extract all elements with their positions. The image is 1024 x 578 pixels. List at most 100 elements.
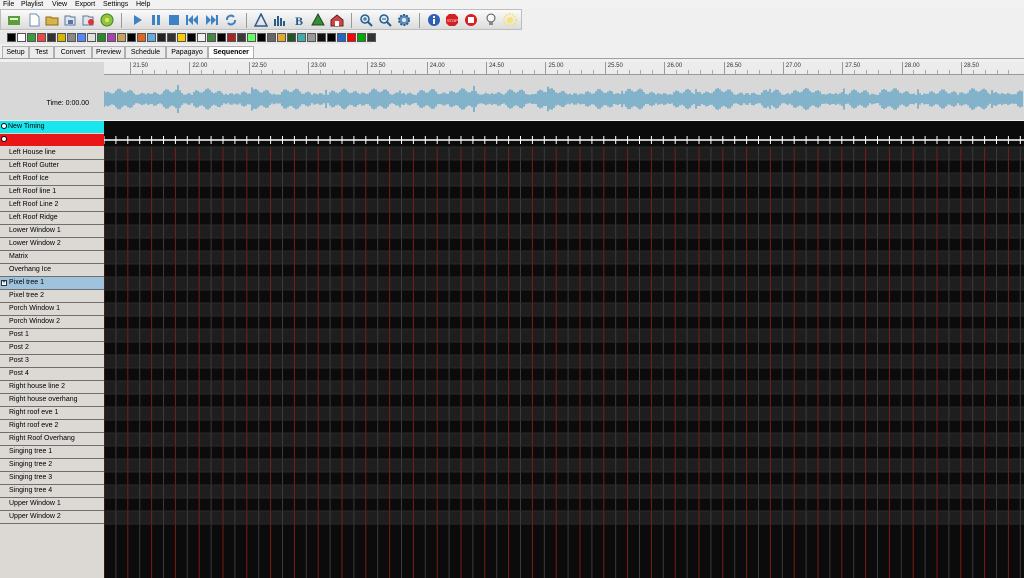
effect-button-icon[interactable] [277,33,286,42]
rewind-icon[interactable] [185,13,199,27]
effect-button-icon[interactable] [147,33,156,42]
tree-icon[interactable] [311,13,325,27]
effect-button-icon[interactable] [327,33,336,42]
render-icon[interactable] [100,13,114,27]
model-row[interactable]: Porch Window 2 [0,316,104,329]
bar-chart-icon[interactable] [273,13,287,27]
save-as-icon[interactable] [81,13,95,27]
effect-button-icon[interactable] [57,33,66,42]
timing-radio-icon[interactable] [1,123,7,129]
menu-settings[interactable]: Settings [103,0,128,9]
menu-playlist[interactable]: Playlist [21,0,43,9]
open-folder-icon[interactable] [45,13,59,27]
model-row[interactable]: Pixel tree 2 [0,290,104,303]
tab-sequencer[interactable]: Sequencer [208,46,254,58]
model-row[interactable]: + Pixel tree 1 [0,277,104,290]
model-row[interactable]: Post 3 [0,355,104,368]
effects-grid[interactable] [104,121,1024,578]
new-document-icon[interactable] [27,13,41,27]
tab-schedule[interactable]: Schedule [125,46,166,58]
effect-button-icon[interactable] [27,33,36,42]
effect-button-icon[interactable] [307,33,316,42]
effect-button-icon[interactable] [167,33,176,42]
timing-row-new-timing[interactable]: New Timing [0,121,104,133]
model-row[interactable]: Singing tree 3 [0,472,104,485]
effect-button-icon[interactable] [107,33,116,42]
effect-button-icon[interactable] [17,33,26,42]
effect-button-icon[interactable] [97,33,106,42]
effect-button-icon[interactable] [77,33,86,42]
audio-waveform[interactable] [104,82,1024,116]
model-row[interactable]: Right roof eve 2 [0,420,104,433]
model-row[interactable]: Post 4 [0,368,104,381]
model-row[interactable]: Matrix [0,251,104,264]
stop-icon[interactable] [167,13,181,27]
effect-button-icon[interactable] [267,33,276,42]
pause-icon[interactable] [149,13,163,27]
bulb-icon[interactable] [484,13,498,27]
play-icon[interactable] [130,13,144,27]
model-row[interactable]: Post 1 [0,329,104,342]
effect-button-icon[interactable] [367,33,376,42]
effect-button-icon[interactable] [297,33,306,42]
model-row[interactable]: Lower Window 2 [0,238,104,251]
model-row[interactable]: Left Roof Ridge [0,212,104,225]
model-row[interactable]: Singing tree 2 [0,459,104,472]
tab-convert[interactable]: Convert [54,46,92,58]
effect-button-icon[interactable] [207,33,216,42]
model-row[interactable]: Lower Window 1 [0,225,104,238]
zoom-out-icon[interactable] [378,13,392,27]
effect-button-icon[interactable] [257,33,266,42]
effect-button-icon[interactable] [347,33,356,42]
model-row[interactable]: Upper Window 1 [0,498,104,511]
tab-test[interactable]: Test [29,46,54,58]
model-row[interactable]: Left Roof line 1 [0,186,104,199]
effect-button-icon[interactable] [117,33,126,42]
effect-button-icon[interactable] [287,33,296,42]
model-row[interactable]: Left Roof Ice [0,173,104,186]
effect-button-icon[interactable] [237,33,246,42]
model-row[interactable]: Post 2 [0,342,104,355]
effect-button-icon[interactable] [317,33,326,42]
model-row[interactable]: Overhang Ice [0,264,104,277]
effect-button-icon[interactable] [127,33,136,42]
effect-button-icon[interactable] [37,33,46,42]
model-row[interactable]: Right house line 2 [0,381,104,394]
menu-view[interactable]: View [52,0,67,9]
effect-button-icon[interactable] [227,33,236,42]
model-row[interactable]: Singing tree 4 [0,485,104,498]
timing-radio-icon[interactable] [1,136,7,142]
model-row[interactable]: Left House line [0,147,104,160]
effect-button-icon[interactable] [187,33,196,42]
fast-forward-icon[interactable] [205,13,219,27]
effect-button-icon[interactable] [337,33,346,42]
menu-file[interactable]: File [3,0,14,9]
effect-button-icon[interactable] [7,33,16,42]
model-row[interactable]: Right Roof Overhang [0,433,104,446]
sun-icon[interactable] [503,13,517,27]
new-sequence-icon[interactable] [7,13,21,27]
time-ruler[interactable]: 21.50 22.00 22.50 23.00 23.50 24.00 24.50 25.00… [104,62,1024,75]
menu-export[interactable]: Export [75,0,95,9]
effect-button-icon[interactable] [47,33,56,42]
effects-grid-canvas[interactable] [104,121,1024,578]
info-icon[interactable] [427,13,441,27]
effect-button-icon[interactable] [87,33,96,42]
effect-button-icon[interactable] [177,33,186,42]
model-row[interactable]: Left Roof Line 2 [0,199,104,212]
timing-row-red[interactable] [0,134,104,146]
effect-button-icon[interactable] [217,33,226,42]
model-row[interactable]: Porch Window 1 [0,303,104,316]
triangle-icon[interactable] [254,13,268,27]
tab-papagayo[interactable]: Papagayo [166,46,208,58]
menu-help[interactable]: Help [136,0,150,9]
effect-button-icon[interactable] [157,33,166,42]
loop-icon[interactable] [224,13,238,27]
model-row[interactable]: Upper Window 2 [0,511,104,524]
effect-button-icon[interactable] [247,33,256,42]
record-stop-icon[interactable] [464,13,478,27]
effect-button-icon[interactable] [137,33,146,42]
model-row[interactable]: Right house overhang [0,394,104,407]
tab-preview[interactable]: Preview [92,46,125,58]
model-row[interactable]: Right roof eve 1 [0,407,104,420]
